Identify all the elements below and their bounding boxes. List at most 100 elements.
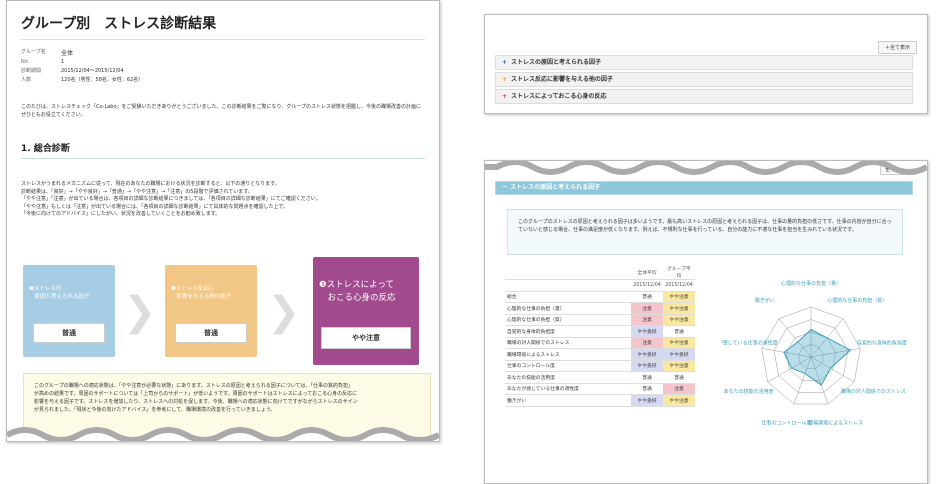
- overall-status: 注意: [631, 337, 663, 349]
- card-caption: ❸ストレスによって おこる心身の反応: [319, 280, 396, 303]
- card-result: 普通: [33, 323, 105, 343]
- accordion-item-reaction[interactable]: + ストレスによっておこる心身の反応: [495, 89, 913, 104]
- card-caption: ❶ストレスの 原因と考えられる因子: [29, 286, 90, 300]
- group-status: やや注意: [663, 291, 695, 303]
- radar-label: 職場環境によるストレス: [808, 420, 863, 427]
- overall-status: 普通: [631, 371, 663, 384]
- group-info: グループ名 全体 No. 1 診断期間 2015/12/04〜2015/12/04 人…: [21, 48, 425, 83]
- group-status: やや注意: [663, 394, 695, 407]
- radar-label: あなたの技能の活用度: [724, 388, 774, 395]
- comment-line: このグループの職場への適応状態は、「やや注意が必要な状態」にあります。ストレスの…: [34, 383, 353, 389]
- desc-line: ストレスがうまれるメカニズムに従って、現在のあなたの職場における状況を診断すると…: [21, 181, 280, 187]
- info-key: No.: [21, 59, 30, 65]
- group-status: 普通: [663, 325, 695, 338]
- group-status: やや注意: [663, 360, 695, 372]
- table-row: 心理的な仕事の負担（量） 注意 やや注意: [505, 302, 695, 315]
- overall-status: やや良好: [631, 348, 663, 361]
- overall-status: 普通: [631, 383, 663, 395]
- table-row: 働きがい やや良好 やや注意: [505, 394, 695, 407]
- desc-line: 診断結果は、「良好」→「やや良好」→「普通」→「やや注意」→「注意」の5段階で評…: [21, 188, 253, 195]
- info-key: 診断期間: [21, 68, 42, 74]
- row-label: 心理的な仕事の負担（質）: [505, 314, 631, 326]
- table-row: あなたの技能の活用度 普通 普通: [505, 371, 695, 384]
- plus-icon: +: [502, 76, 508, 83]
- col-header: 全体平均: [631, 265, 663, 280]
- table-row: あなたが感じている仕事の適性度 普通 注意: [505, 383, 695, 395]
- comment-line: が高めの結果です。周囲のサポートについては「上司からのサポート」が低いようです。…: [34, 391, 358, 397]
- factor-accordion-collapsed: ＋全て表示 + ストレスの原因と考えられる因子 + ストレス反応に影響を与える他の因…: [484, 14, 928, 114]
- group-status: やや注意: [663, 302, 695, 315]
- table-header-row: 全体平均 グループ平均: [505, 265, 695, 280]
- comment-line: が見られました。「現状と今後の向けたアドバイス」を参考にして、職場環境の改善を行…: [34, 407, 276, 413]
- radar-label: 仕事のコントロール度: [761, 420, 811, 427]
- overall-description: ストレスがうまれるメカニズムに従って、現在のあなたの職場における状況を診断すると…: [21, 181, 425, 219]
- info-key: 人数: [21, 77, 32, 83]
- accordion-header-label: － ストレスの原因と考えられる因子: [502, 184, 601, 191]
- row-label: 心理的な仕事の負担（量）: [505, 302, 631, 315]
- info-value: 全体: [61, 50, 74, 57]
- row-label: 職場の対人関係でのストレス: [505, 337, 631, 349]
- factor-card-cause[interactable]: ❶ストレスの 原因と考えられる因子 普通: [23, 265, 115, 357]
- row-label: あなたが感じている仕事の適性度: [505, 383, 631, 395]
- diagnosis-flow: ❶ストレスの 原因と考えられる因子 普通 ❯ ❷ストレス反応に 影響を与える他の…: [23, 257, 423, 377]
- plus-icon: +: [502, 93, 508, 100]
- torn-edge: [485, 161, 927, 175]
- intro-text: このたびは、ストレスチェック「Co-Labo」をご受験いただきありがとうございま…: [21, 104, 422, 118]
- info-value: 120名（男性：58名、女性：62名）: [61, 77, 144, 83]
- table-row: 自覚的な身体的負担度 やや良好 普通: [505, 325, 695, 338]
- row-label: 仕事のコントロール度: [505, 360, 631, 372]
- radar-label: あなたが感じている仕事の適性度: [721, 339, 778, 346]
- accordion-label: ストレス反応に影響を与える他の因子: [511, 76, 613, 83]
- table-row: 職場の対人関係でのストレス 注意 やや注意: [505, 337, 695, 349]
- factor-detail-panel: 全て閉じる － ストレスの原因と考えられる因子 このグループのストレスの原因と考…: [484, 160, 928, 484]
- accordion-label: ストレスの原因と考えられる因子: [511, 59, 602, 66]
- radar-label: 職場の対人関係でのストレス: [841, 388, 906, 395]
- group-status: やや注意: [663, 314, 695, 326]
- factor-card-other[interactable]: ❷ストレス反応に 影響を与える他の因子 普通: [165, 265, 257, 357]
- table-row: 職場環境によるストレス やや良好 やや良好: [505, 348, 695, 361]
- accordion-item-cause[interactable]: + ストレスの原因と考えられる因子: [495, 55, 913, 70]
- radar-label: 心理的な仕事の負担（量）: [781, 280, 841, 287]
- row-label: あなたの技能の活用度: [505, 371, 631, 384]
- radar-label: 自覚的な身体的負担度: [857, 339, 907, 346]
- card-result: やや注意: [321, 327, 411, 349]
- card-caption: ❷ストレス反応に 影響を与える他の因子: [171, 286, 232, 300]
- page-title: グループ別 ストレス診断結果: [21, 16, 217, 32]
- chevron-right-icon: ❯: [123, 289, 157, 335]
- col-date: 2015/12/04: [631, 279, 663, 292]
- radar-label: 働きがい: [755, 297, 775, 304]
- group-status: 普通: [663, 371, 695, 384]
- accordion-header-cause[interactable]: － ストレスの原因と考えられる因子: [495, 181, 913, 195]
- row-label: 働きがい: [505, 394, 631, 407]
- plus-icon: +: [502, 59, 508, 66]
- col-header: グループ平均: [663, 265, 695, 280]
- accordion-item-other[interactable]: + ストレス反応に影響を与える他の因子: [495, 72, 913, 87]
- info-value: 1: [61, 59, 65, 65]
- row-label: 総合: [505, 291, 631, 303]
- expand-all-button[interactable]: ＋全て表示: [877, 41, 917, 54]
- info-key: グループ名: [21, 49, 46, 55]
- desc-line: 「やや注意」「注意」が出ている場合は、各項目の詳細な診断結果につきましては、「各…: [21, 196, 321, 202]
- report-overview-panel: グループ別 ストレス診断結果 グループ名 全体 No. 1 診断期間 2015/12/…: [6, 0, 440, 442]
- overall-status: やや良好: [631, 394, 663, 407]
- radar-label: 心理的な仕事の負担（質）: [827, 297, 887, 304]
- desc-line: 「やや注意」もしくは「注意」が出ている場合には、「各項目の詳細な診断結果」にて具…: [21, 203, 289, 210]
- overall-status: やや良好: [631, 360, 663, 372]
- row-label: 自覚的な身体的負担度: [505, 325, 631, 338]
- factor-card-reaction[interactable]: ❸ストレスによって おこる心身の反応 やや注意: [313, 257, 419, 365]
- table-row: 心理的な仕事の負担（質） 注意 やや注意: [505, 314, 695, 326]
- factor-summary: このグループのストレスの原因と考えられる因子は多いようです。最も高いストレスの原…: [507, 209, 903, 255]
- chevron-right-icon: ❯: [267, 289, 301, 335]
- table-date-row: 2015/12/04 2015/12/04: [505, 279, 695, 292]
- table-row: 総合 普通 やや注意: [505, 291, 695, 303]
- table-row: 仕事のコントロール度 やや良好 やや注意: [505, 360, 695, 372]
- group-status: 注意: [663, 383, 695, 395]
- group-status: やや注意: [663, 337, 695, 349]
- factor-table: 全体平均 グループ平均 2015/12/04 2015/12/04 総合 普通 やや…: [505, 265, 695, 407]
- comment-line: 影響を与える因子です。ストレスを増加したり、ストレスへの対処を促します。今後、職…: [34, 399, 358, 405]
- col-date: 2015/12/04: [663, 279, 695, 292]
- group-status: やや良好: [663, 348, 695, 361]
- overall-status: 注意: [631, 314, 663, 326]
- radar-chart: 心理的な仕事の負担（量） 心理的な仕事の負担（質） 自覚的な身体的負担度職場の対人関…: [721, 280, 907, 427]
- overall-status: やや良好: [631, 325, 663, 338]
